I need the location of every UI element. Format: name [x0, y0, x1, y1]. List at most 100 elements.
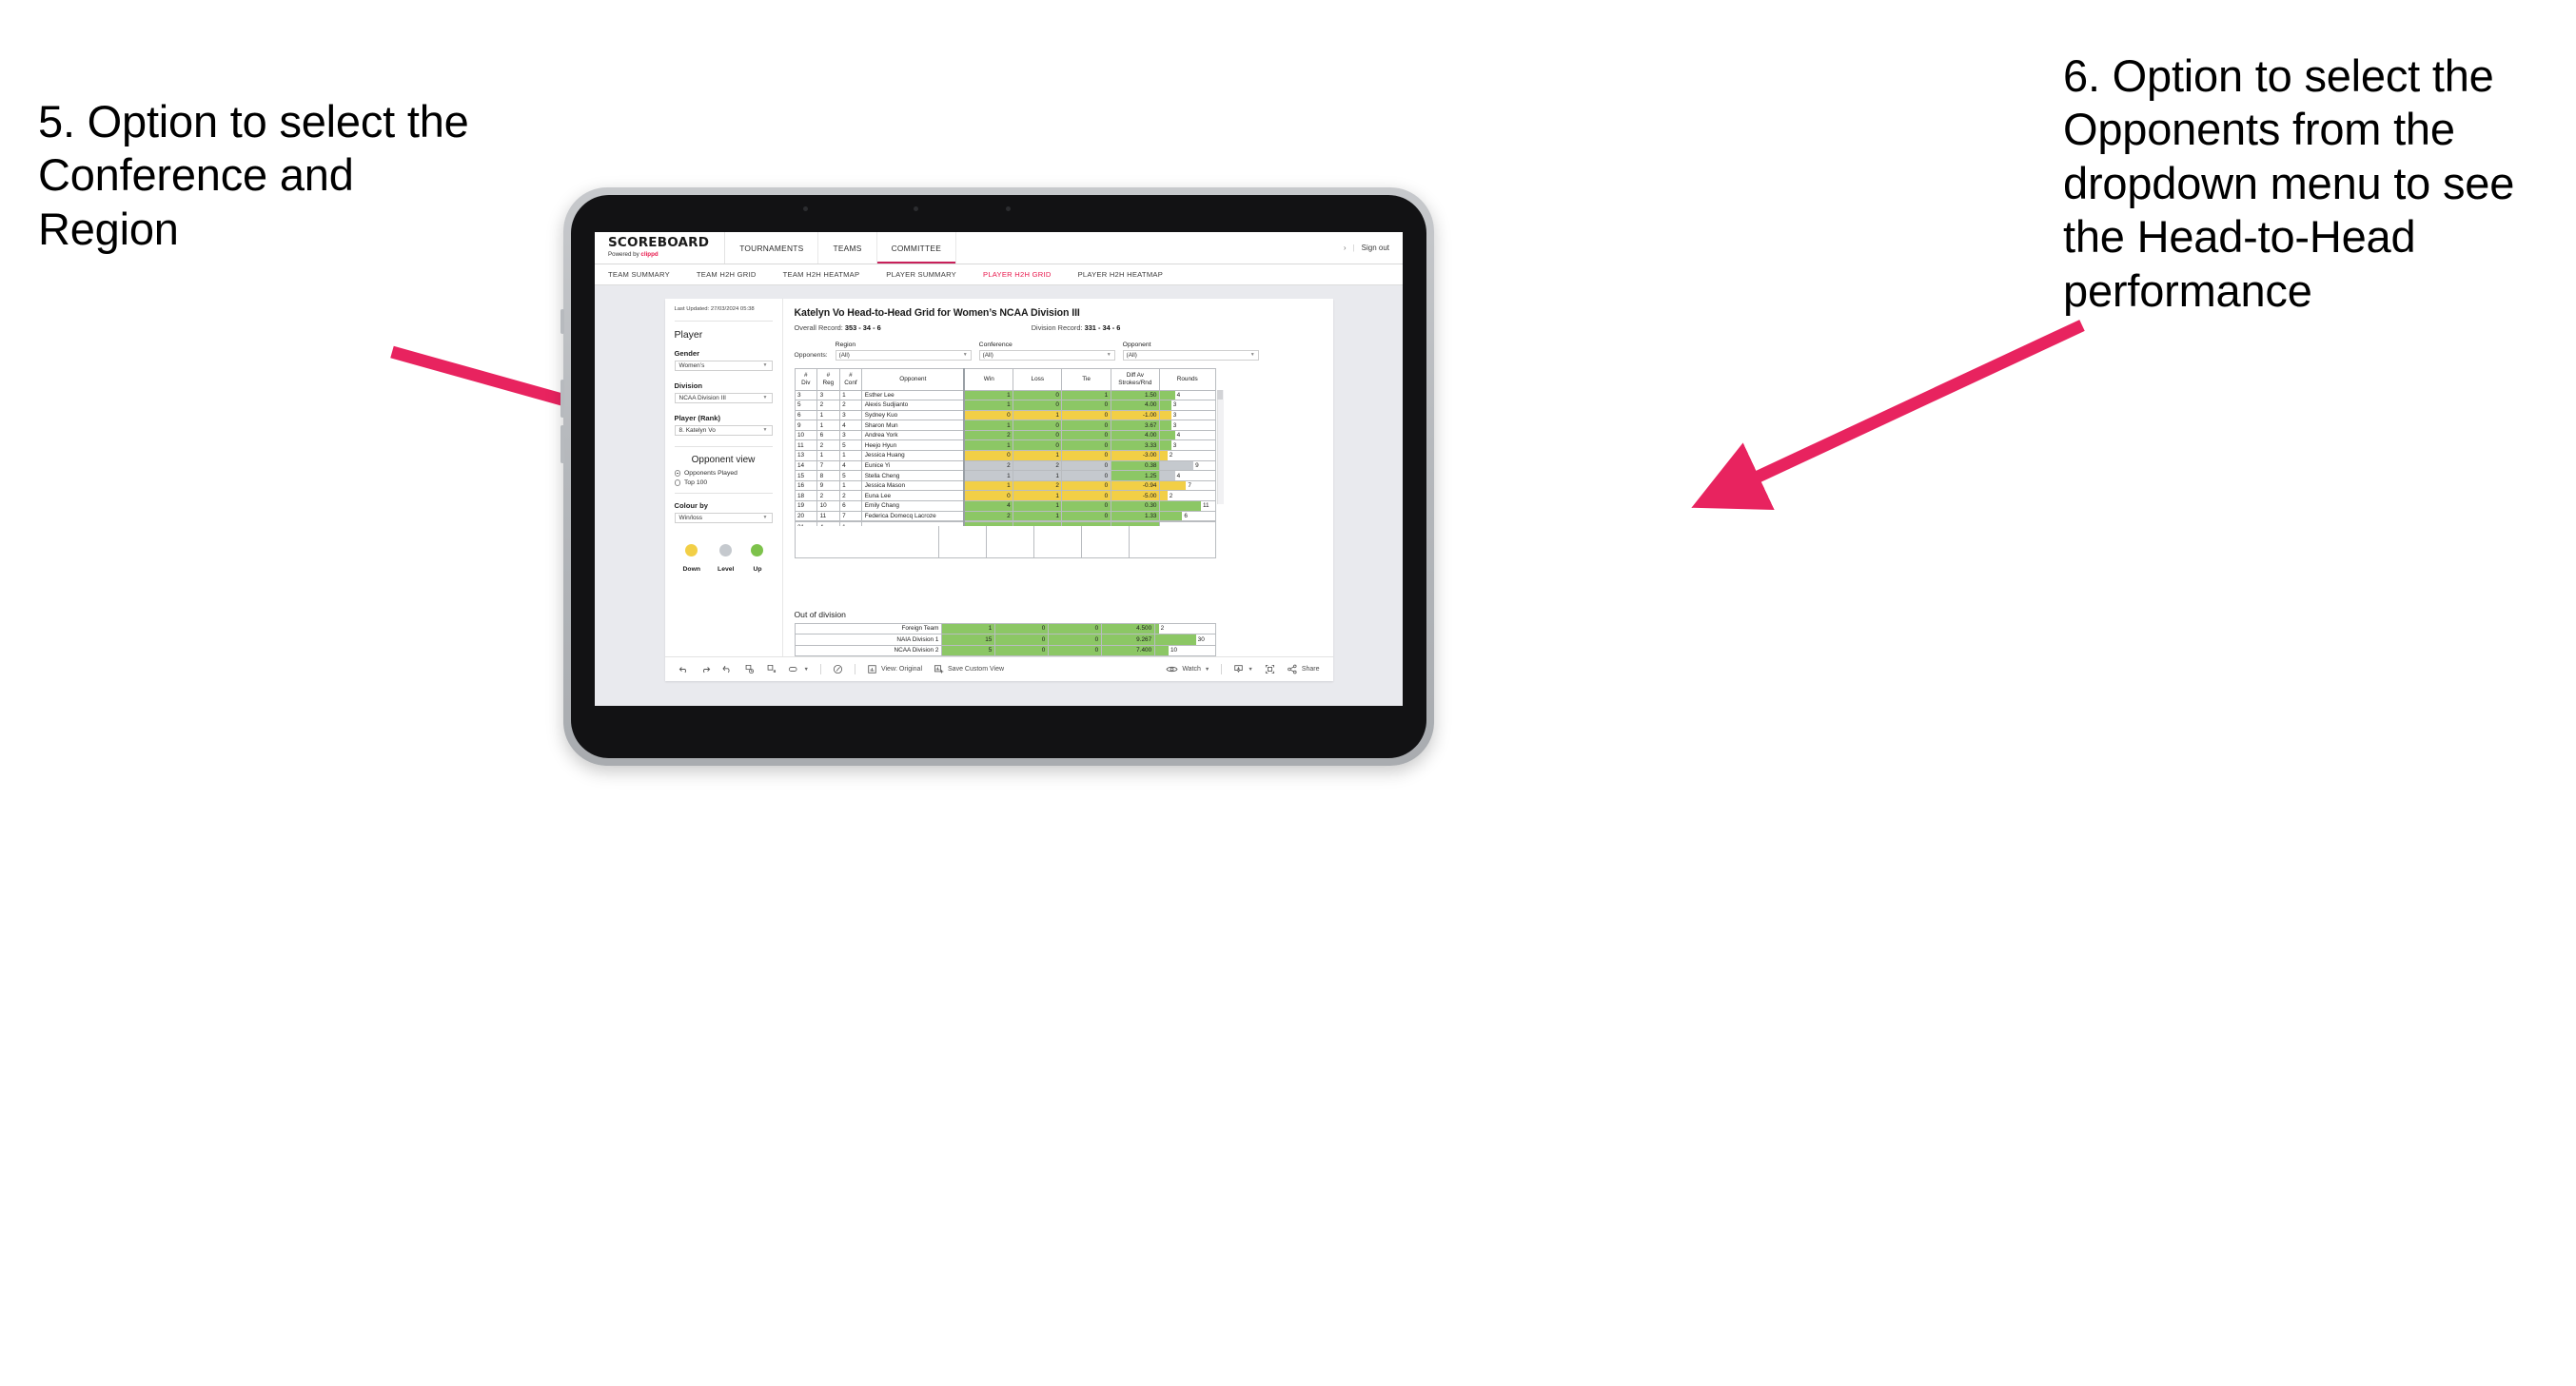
revert-button[interactable] [721, 664, 733, 674]
cell-opponent: Sydney Kuo [861, 409, 965, 421]
chevron-right-icon[interactable]: › [1344, 244, 1347, 252]
region-filter: Region (All) ▼ [835, 342, 972, 361]
colour-by-select[interactable]: Win/loss ▼ [674, 512, 773, 523]
chevron-down-icon: ▼ [762, 427, 768, 434]
colour-by-value: Win/loss [678, 514, 703, 521]
cell-loss: 1 [1013, 470, 1063, 481]
cell-reg: 2 [816, 400, 840, 411]
annotation-right-text: 6. Option to select the Opponents from t… [2063, 50, 2515, 316]
tablet-volume-up-button[interactable] [560, 380, 564, 418]
cell-win: 2 [963, 459, 1014, 472]
opponent-filter: Opponent (All) ▼ [1122, 342, 1259, 361]
conference-select[interactable]: (All) ▼ [978, 350, 1115, 361]
h2h-grid-header: # Div # Reg # Conf Opponent Win Loss Tie Diff Av St… [794, 367, 1216, 391]
tablet-volume-down-button[interactable] [560, 425, 564, 463]
table-row[interactable]: 14 7 4 Eunice Yi 2 2 0 0.38 9 [794, 459, 1216, 472]
chevron-down-icon: ▼ [762, 515, 768, 521]
conference-label: Conference [978, 342, 1013, 348]
view-original-button[interactable]: View: Original [867, 664, 922, 674]
cell-loss: 0 [1013, 400, 1063, 411]
tab-team-h2h-grid[interactable]: TEAM H2H GRID [697, 270, 757, 279]
save-custom-view-button[interactable]: Save Custom View [934, 664, 1004, 674]
ood-cell-rounds: 30 [1153, 634, 1216, 646]
out-of-division-row[interactable]: Foreign Team 1 0 0 4.500 2 [794, 622, 1216, 634]
cell-conf: 1 [838, 450, 863, 461]
nav-item-committee[interactable]: COMMITTEE [876, 232, 957, 264]
table-row[interactable]: 20 11 7 Federica Domecq Lacroze 2 1 0 1.33 6 [794, 510, 1216, 522]
division-filter: Division NCAA Division III ▼ [674, 381, 773, 403]
table-row[interactable]: 9 1 4 Sharon Mun 1 0 0 3.67 3 [794, 420, 1216, 431]
nav-item-tournaments[interactable]: TOURNAMENTS [725, 232, 819, 264]
tab-team-summary[interactable]: TEAM SUMMARY [608, 270, 670, 279]
watch-button[interactable]: Watch ▼ [1166, 664, 1209, 674]
cell-win: 1 [963, 420, 1014, 431]
gender-select[interactable]: Women’s ▼ [674, 360, 773, 371]
tab-player-h2h-grid[interactable]: PLAYER H2H GRID [983, 270, 1052, 279]
pace-button[interactable] [833, 664, 843, 674]
highlight-button[interactable]: ▼ [788, 664, 809, 674]
cell-rounds: 6 [1158, 510, 1216, 522]
cell-diff: -5.00 [1110, 490, 1160, 502]
header-reg[interactable]: # Reg [816, 367, 840, 391]
undo-button[interactable] [678, 664, 689, 674]
table-row[interactable]: 15 8 5 Stella Cheng 1 1 0 1.25 4 [794, 470, 1216, 481]
out-of-division-body: Foreign Team 1 0 0 4.500 2 NAIA Division 1 15 0 0… [794, 622, 1216, 656]
brand-subtitle: Powered by clippd [608, 252, 709, 258]
table-row[interactable]: 5 2 2 Alexis Sudjianto 1 0 0 4.00 3 [794, 400, 1216, 411]
header-opponent[interactable]: Opponent [861, 367, 965, 391]
cell-opponent: Sharon Mun [861, 420, 965, 431]
cell-opponent: Jessica Mason [861, 479, 965, 492]
tab-team-h2h-heatmap[interactable]: TEAM H2H HEATMAP [783, 270, 860, 279]
radio-top-100[interactable]: Top 100 [674, 479, 773, 486]
download-button[interactable]: ▼ [1233, 664, 1253, 674]
cell-reg: 1 [816, 420, 840, 431]
header-conf[interactable]: # Conf [838, 367, 863, 391]
nav-item-teams[interactable]: TEAMS [818, 232, 877, 264]
table-row[interactable]: 19 10 6 Emily Chang 4 1 0 0.30 11 [794, 500, 1216, 512]
cell-div: 19 [794, 500, 818, 512]
tab-player-h2h-heatmap[interactable]: PLAYER H2H HEATMAP [1078, 270, 1163, 279]
pause-button[interactable] [766, 664, 777, 674]
table-row[interactable]: 18 2 2 Euna Lee 0 1 0 -5.00 2 [794, 490, 1216, 502]
radio-opponents-played[interactable]: Opponents Played [674, 470, 773, 477]
fullscreen-button[interactable] [1265, 664, 1275, 674]
cell-div: 3 [794, 389, 818, 401]
cell-rounds: 3 [1158, 400, 1216, 411]
app-header: SCOREBOARD Powered by clippd TOURNAMENTS… [595, 232, 1403, 264]
redo-button[interactable] [700, 664, 711, 674]
header-tie[interactable]: Tie [1061, 367, 1111, 391]
cell-loss: 1 [1013, 409, 1063, 421]
region-select[interactable]: (All) ▼ [835, 350, 972, 361]
tablet-power-button[interactable] [560, 309, 564, 334]
cell-div: 20 [794, 510, 818, 522]
share-button[interactable]: Share [1287, 664, 1320, 674]
app-logo[interactable]: SCOREBOARD Powered by clippd [595, 232, 726, 264]
table-row[interactable]: 11 2 5 Heejo Hyun 1 0 0 3.33 3 [794, 439, 1216, 452]
grid-scrollbar-thumb[interactable] [1217, 389, 1223, 400]
secondary-nav: TEAM SUMMARY TEAM H2H GRID TEAM H2H HEAT… [595, 264, 1403, 285]
table-row[interactable]: 3 3 1 Esther Lee 1 0 1 1.50 4 [794, 389, 1216, 401]
opponent-select[interactable]: (All) ▼ [1122, 350, 1259, 361]
table-row[interactable]: 6 1 3 Sydney Kuo 0 1 0 -1.00 3 [794, 409, 1216, 421]
refresh-button[interactable] [744, 664, 755, 674]
chevron-down-icon: ▼ [803, 666, 809, 673]
header-diff[interactable]: Diff Av Strokes/Rnd [1110, 367, 1160, 391]
out-of-division-row[interactable]: NCAA Division 2 5 0 0 7.400 10 [794, 644, 1216, 656]
cell-reg: 1 [816, 409, 840, 421]
sign-out-link[interactable]: Sign out [1362, 244, 1389, 252]
clippd-brand-text: clippd [640, 251, 659, 259]
player-rank-select[interactable]: 8. Katelyn Vo ▼ [674, 424, 773, 436]
header-win[interactable]: Win [963, 367, 1014, 391]
tab-player-summary[interactable]: PLAYER SUMMARY [886, 270, 956, 279]
division-select[interactable]: NCAA Division III ▼ [674, 392, 773, 403]
radio-icon-selected [674, 470, 680, 477]
table-row[interactable]: 16 9 1 Jessica Mason 1 2 0 -0.94 7 [794, 479, 1216, 492]
header-loss[interactable]: Loss [1013, 367, 1063, 391]
legend-dot-up [751, 543, 764, 556]
grid-scrollbar-track[interactable] [1216, 389, 1224, 504]
out-of-division-row[interactable]: NAIA Division 1 15 0 0 9.267 30 [794, 634, 1216, 646]
header-rounds[interactable]: Rounds [1158, 367, 1216, 391]
table-row[interactable]: 13 1 1 Jessica Huang 0 1 0 -3.00 2 [794, 450, 1216, 461]
table-row[interactable]: 10 6 3 Andrea York 2 0 0 4.00 4 [794, 429, 1216, 441]
header-div[interactable]: # Div [794, 367, 818, 391]
